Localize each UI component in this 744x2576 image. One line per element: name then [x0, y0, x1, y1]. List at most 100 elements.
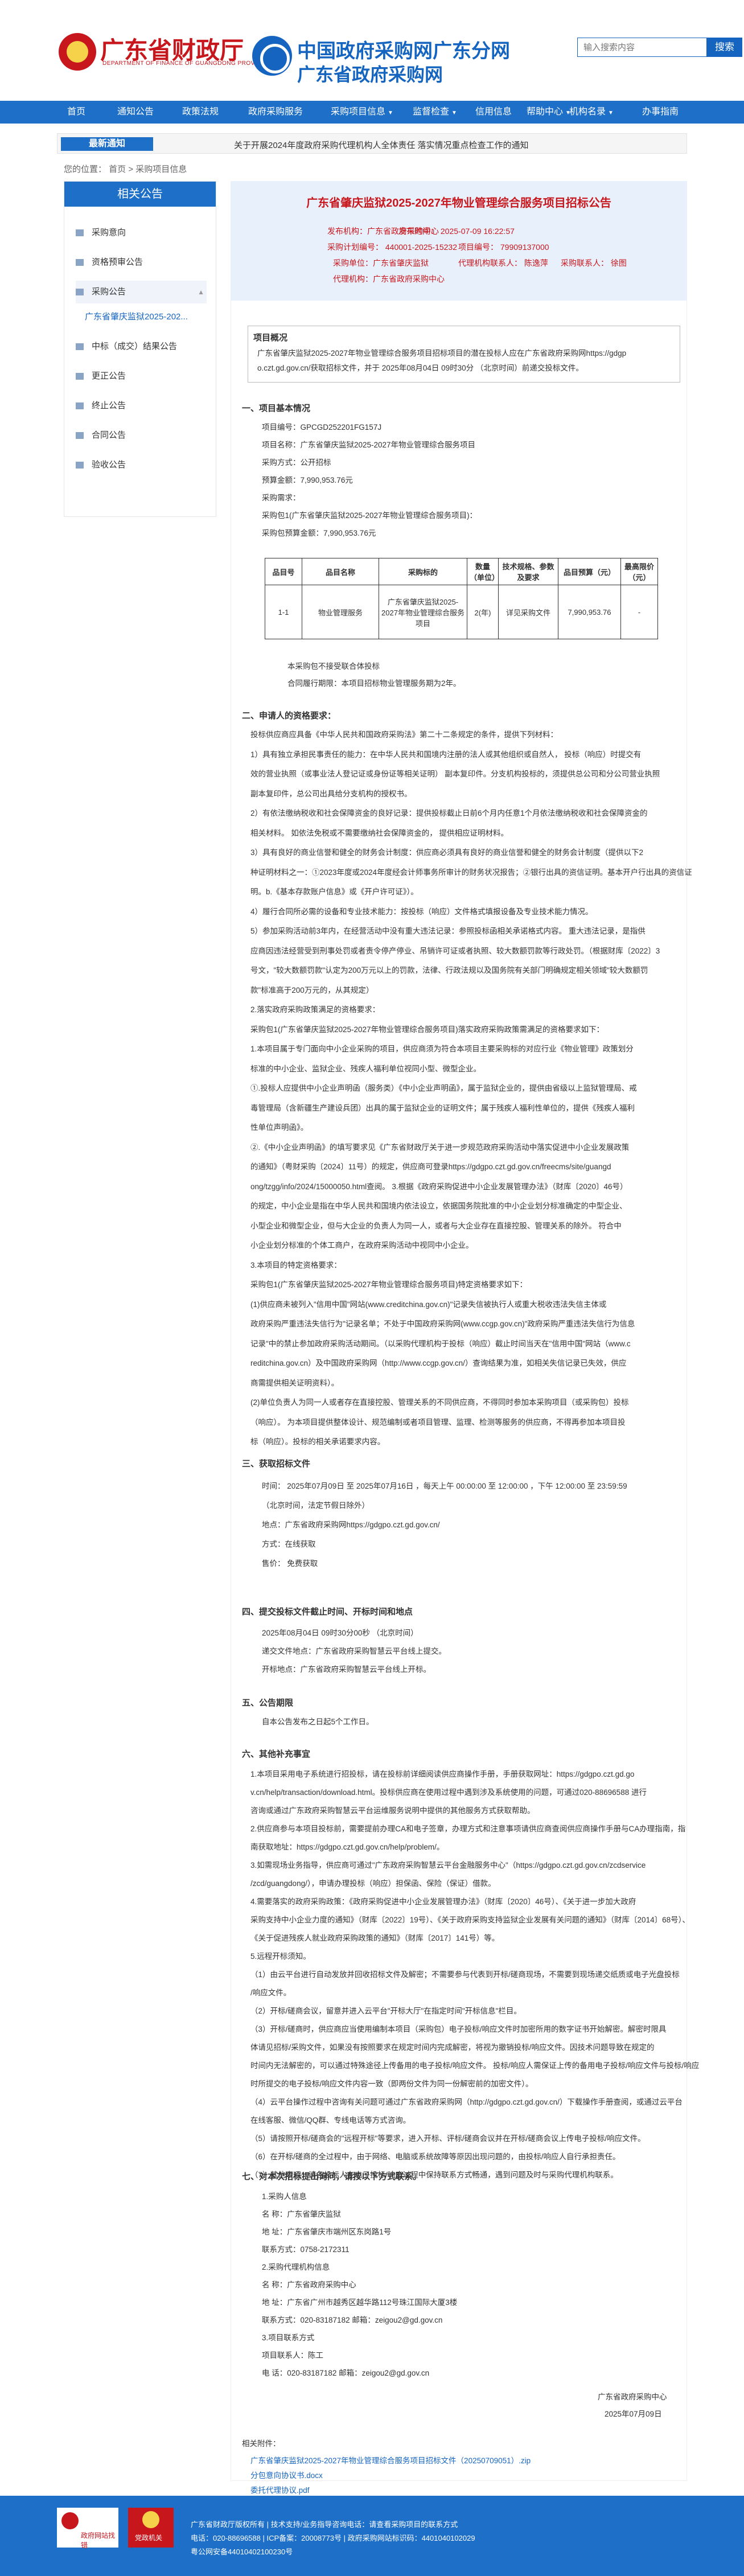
body-line: 记录"中的禁止参加政府采购活动期间。（以采购代理机构于投标（响应）截止时间当天在…	[250, 1339, 631, 1348]
footer-copyright: 广东省财政厅版权所有 | 技术支持/业务指导咨询电话：请查看采购项目的联系方式	[191, 2520, 458, 2529]
body-line: 效的营业执照（或事业法人登记证或身份证等相关证明） 副本复印件。分支机构投标的，…	[250, 770, 660, 778]
nav-home[interactable]: 首页	[67, 101, 85, 124]
sidebar-item-intent[interactable]: 采购意向	[76, 221, 207, 244]
badge-label: 党政机关	[135, 2534, 163, 2542]
body-line: 5）参加采购活动前3年内，在经营活动中没有重大违法记录：参照投标函相关承诺格式内…	[250, 927, 646, 935]
section-title: 七、对本次招标提出询问，请按以下方式联系。	[242, 2172, 422, 2181]
table-cell: 详见采购文件	[498, 585, 558, 639]
body-line: 政府采购严重违法失信行为"记录名单；不处于中国政府采购网(www.ccgp.go…	[250, 1320, 635, 1328]
search-input[interactable]	[577, 38, 707, 57]
body-line: （1）由云平台进行自动发放并回收招标文件及解密；不需要参与代表到开标/磋商现场，…	[250, 1970, 680, 1979]
nav-help[interactable]: 帮助中心 ▼	[527, 101, 571, 124]
notice-link[interactable]: 关于开展2024年度政府采购代理机构人全体责任 落实情况重点检查工作的通知	[234, 139, 529, 151]
nav-notices[interactable]: 通知公告	[117, 101, 154, 124]
sidebar-item-acceptance[interactable]: 验收公告	[76, 454, 207, 476]
body-line: 采购包1(广东省肇庆监狱2025-2027年物业管理综合服务项目)落实政府采购政…	[250, 1025, 605, 1034]
section-title: 四、提交投标文件截止时间、开标时间和地点	[242, 1607, 413, 1617]
table-cell: 物业管理服务	[302, 585, 379, 639]
table-header: 最高限价（元）	[620, 558, 658, 585]
search-button[interactable]: 搜索	[707, 38, 742, 57]
body-line: ong/tzgg/info/2024/15000050.html查阅。 3.根据…	[250, 1182, 628, 1191]
body-line: 合同履行期限：本项目招标物业管理服务期为2年。	[287, 679, 461, 688]
overview-text: o.czt.gd.gov.cn/获取招标文件，并于 2025年08月04日 09…	[257, 364, 583, 372]
nav-policies[interactable]: 政策法规	[182, 101, 219, 124]
body-line: 地 址：广东省肇庆市端州区东岗路1号	[262, 2228, 392, 2236]
body-line: 标（响应）。投标的相关承诺要求内容。	[250, 1437, 385, 1446]
body-line: 采购包1(广东省肇庆监狱2025-2027年物业管理综合服务项目)特定资格要求如…	[250, 1280, 528, 1289]
gov-procurement-title[interactable]: 中国政府采购网广东分网	[297, 35, 510, 63]
table-header: 数量（单位）	[467, 558, 499, 585]
list-icon	[76, 229, 84, 237]
buyer-contact: 采购联系人： 徐图	[561, 258, 627, 268]
body-line: （响应）。 为本项目提供整体设计、规范编制或者项目管理、监理、检测等服务的供应商…	[250, 1418, 626, 1427]
list-icon	[76, 373, 84, 380]
body-line: 4.需要落实的政府采购政策：《政府采购促进中小企业发展管理办法》（财库〔2020…	[250, 1897, 636, 1906]
body-line: 投标供应商应具备《中华人民共和国政府采购法》第二十二条规定的条件，提供下列材料：	[250, 730, 558, 739]
party-gov-badge[interactable]: 党政机关	[128, 2508, 174, 2548]
body-line: 南获取地址：https://gdgpo.czt.gd.gov.cn/help/p…	[250, 1843, 445, 1851]
body-line: 项目名称：广东省肇庆监狱2025-2027年物业管理综合服务项目	[262, 441, 476, 449]
body-line: 副本复印件，总公司出具给分支机构的授权书。	[250, 789, 412, 798]
gov-site-error-badge[interactable]: 政府网站找错	[57, 2508, 118, 2549]
nav-agencies[interactable]: 机构名录 ▼	[569, 101, 614, 124]
body-line: 自本公告发布之日起5个工作日。	[262, 1718, 374, 1726]
sidebar-item-prequal[interactable]: 资格预审公告	[76, 251, 207, 274]
agent-contact: 代理机构联系人： 陈逸萍	[458, 258, 548, 268]
body-line: 地点：广东省政府采购网https://gdgpo.czt.gd.gov.cn/	[262, 1521, 440, 1529]
body-line: ①.投标人应提供中小企业声明函（服务类）《中小企业声明函》，属于监狱企业的，提供…	[250, 1084, 637, 1092]
nav-supervision[interactable]: 监督检查 ▼	[413, 101, 457, 124]
nav-services[interactable]: 政府采购服务	[248, 101, 303, 124]
body-line: 采购包1(广东省肇庆监狱2025-2027年物业管理综合服务项目)：	[262, 511, 478, 520]
body-line: 地 址：广东省广州市越秀区越华路112号珠江国际大厦3楼	[262, 2298, 458, 2307]
nav-credit[interactable]: 信用信息	[475, 101, 512, 124]
attachment-link[interactable]: 广东省肇庆监狱2025-2027年物业管理综合服务项目招标文件（20250709…	[250, 2455, 531, 2467]
table-cell: 广东省肇庆监狱2025-2027年物业管理综合服务项目	[379, 585, 467, 639]
body-line: 1.本项目采用电子系统进行招投标，请在投标前详细阅读供应商操作手册，手册获取网址…	[250, 1770, 635, 1778]
body-line: 相关材料。 如依法免税或不需要缴纳社会保障资金的， 提供相应证明材料。	[250, 828, 509, 837]
list-icon	[76, 462, 84, 469]
body-line: ②.《中小企业声明函》的填写要求见《广东省财政厅关于进一步规范政府采购活动中落实…	[250, 1143, 630, 1152]
buyer: 采购单位：广东省肇庆监狱	[333, 258, 429, 268]
table-header: 品目预算（元）	[558, 558, 621, 585]
list-icon	[76, 402, 84, 410]
body-line: 2025年08月04日 09时30分00秒 （北京时间）	[262, 1629, 418, 1637]
site-header: 广东省财政厅 DEPARTMENT OF FINANCE OF GUANGDON…	[0, 0, 744, 97]
list-icon	[76, 259, 84, 266]
body-line: v.cn/help/transaction/download.html。投标供应…	[250, 1788, 647, 1797]
body-line: reditchina.gov.cn）及中国政府采购网（http://www.cc…	[250, 1359, 627, 1367]
agent: 代理机构：广东省政府采购中心	[333, 274, 445, 284]
main-nav: 首页 通知公告 政策法规 政府采购服务 采购项目信息 ▼ 监督检查 ▼ 信用信息 帮…	[0, 101, 744, 124]
body-line: 名 称：广东省肇庆监狱	[262, 2210, 341, 2218]
latest-notice-badge: 最新通知	[61, 137, 153, 151]
attachment-link[interactable]: 委托代理协议.pdf	[250, 2484, 310, 2496]
overview-title: 项目概况	[253, 333, 288, 343]
project-number: 项目编号： 79909137000	[458, 243, 549, 252]
sidebar-item-correction[interactable]: 更正公告	[76, 365, 207, 388]
nav-guide[interactable]: 办事指南	[642, 101, 679, 124]
body-line: (1)供应商未被列入"信用中国"网站(www.creditchina.gov.c…	[250, 1300, 607, 1309]
finance-dept-subtitle: DEPARTMENT OF FINANCE OF GUANGDONG PROVI…	[102, 60, 270, 67]
article-title: 广东省肇庆监狱2025-2027年物业管理综合服务项目招标公告	[306, 197, 611, 209]
sidebar-item-result[interactable]: 中标（成交）结果公告	[76, 335, 207, 358]
body-line: 2.落实政府采购政策满足的资格要求：	[250, 1005, 380, 1014]
sidebar-item-procurement[interactable]: 采购公告 ▲	[76, 281, 207, 303]
footer-contact: 电话：020-88696588 | ICP备案：20008773号 | 政府采购…	[191, 2534, 475, 2542]
chevron-down-icon: ▼	[388, 110, 393, 116]
nav-projects[interactable]: 采购项目信息 ▼	[331, 101, 393, 124]
body-line: 2）有依法缴纳税收和社会保障资金的良好记录：提供投标截止日前6个月内任意1个月依…	[250, 809, 648, 817]
attachment-link[interactable]: 分包意向协议书.docx	[250, 2470, 323, 2481]
breadcrumb[interactable]: 您的位置： 首页 > 采购项目信息	[64, 163, 187, 175]
body-line: 的规定，中小企业是指在中华人民共和国境内依法设立，依据国务院批准的中小企业划分标…	[250, 1202, 627, 1210]
body-line: 售价： 免费获取	[262, 1559, 318, 1568]
star-icon	[142, 2511, 159, 2528]
sidebar-sub-current[interactable]: 广东省肇庆监狱2025-202...	[85, 306, 216, 328]
sidebar-item-contract[interactable]: 合同公告	[76, 424, 207, 447]
body-line: （3）开标/磋商时，供应商应当使用编制本项目（采购包）电子投标/响应文件时加密所…	[250, 2025, 667, 2033]
body-line: 本采购包不接受联合体投标	[287, 662, 380, 671]
gov-procurement-subtitle: 广东省政府采购网	[297, 64, 443, 85]
signature-org: 广东省政府采购中心	[598, 2393, 667, 2401]
sidebar-item-termination[interactable]: 终止公告	[76, 395, 207, 417]
body-line: 开标地点：广东省政府采购智慧云平台线上开标。	[262, 1665, 431, 1674]
table-header: 技术规格、参数及要求	[498, 558, 558, 585]
body-line: 种证明材料之一：①2023年度或2024年度经会计师事务所审计的财务状况报告；②…	[250, 868, 692, 877]
